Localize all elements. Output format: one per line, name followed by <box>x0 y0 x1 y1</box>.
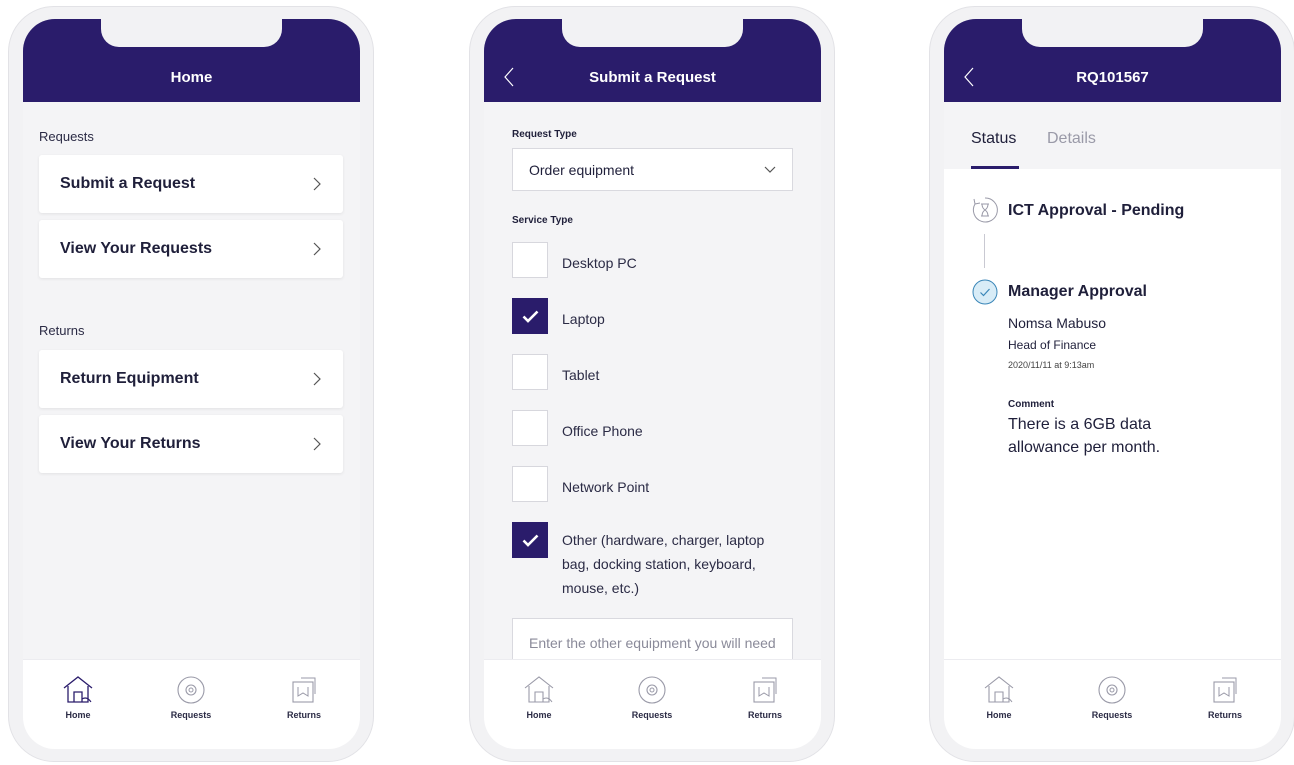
view-requests-label: View Your Requests <box>60 240 213 257</box>
hourglass-icon <box>972 197 998 223</box>
checkbox[interactable] <box>512 410 548 446</box>
return-equipment-label: Return Equipment <box>60 370 199 387</box>
checkbox-checked[interactable] <box>512 298 548 334</box>
tab-returns-label: Returns <box>747 710 782 720</box>
tab-requests[interactable]: Requests <box>617 674 687 720</box>
request-type-value: Order equipment <box>529 162 635 178</box>
request-type-select[interactable]: Order equipment <box>512 148 793 191</box>
bottom-tab-bar: Home Requests Returns <box>484 659 821 749</box>
chevron-down-icon <box>764 166 776 173</box>
tab-home[interactable]: Home <box>964 674 1034 720</box>
gear-refresh-icon <box>638 676 666 704</box>
comment-text: There is a 6GB data allowance per month. <box>1008 416 1161 456</box>
tab-requests-label: Requests <box>631 710 673 720</box>
house-icon <box>524 676 554 703</box>
submit-screen: Submit a Request Request Type Order equi… <box>484 19 821 749</box>
tab-requests[interactable]: Requests <box>1077 674 1147 720</box>
request-type-label: Request Type <box>512 129 577 140</box>
tab-home-label: Home <box>986 710 1012 720</box>
option-label: Tablet <box>562 367 600 383</box>
requests-section-label: Requests <box>39 129 94 144</box>
option-label: Other (hardware, charger, laptop bag, do… <box>562 532 765 596</box>
submit-request-button[interactable]: Submit a Request <box>39 155 343 213</box>
tab-requests-label: Requests <box>1091 710 1133 720</box>
return-box-icon <box>292 677 316 703</box>
bottom-tab-bar: Home Requests Returns <box>23 659 360 749</box>
page-title: RQ101567 <box>1076 69 1149 86</box>
phone-home: Home Requests Submit a Request View Your… <box>8 6 374 762</box>
return-equipment-button[interactable]: Return Equipment <box>39 350 343 408</box>
other-equipment-placeholder: Enter the other equipment you will need <box>529 635 776 651</box>
checkmark-icon <box>522 310 539 323</box>
tab-returns[interactable]: Returns <box>269 674 339 720</box>
submit-request-label: Submit a Request <box>60 175 196 192</box>
chevron-right-icon <box>313 177 321 191</box>
approver-name: Nomsa Mabuso <box>1008 315 1107 331</box>
phone-notch <box>101 19 282 47</box>
tab-requests-label: Requests <box>170 710 212 720</box>
step-manager-approval-title: Manager Approval <box>1008 283 1147 300</box>
tab-home[interactable]: Home <box>43 674 113 720</box>
tab-home-label: Home <box>65 710 91 720</box>
return-box-icon <box>1213 677 1237 703</box>
gear-refresh-icon <box>177 676 205 704</box>
page-title: Submit a Request <box>589 69 716 86</box>
return-box-icon <box>753 677 777 703</box>
tab-status[interactable]: Status <box>971 130 1016 148</box>
phone-notch <box>1022 19 1203 47</box>
approver-role: Head of Finance <box>1008 338 1097 352</box>
option-label: Desktop PC <box>562 255 637 271</box>
tab-home-label: Home <box>526 710 552 720</box>
view-returns-button[interactable]: View Your Returns <box>39 415 343 473</box>
option-label: Network Point <box>562 479 650 495</box>
phone-submit-request: Submit a Request Request Type Order equi… <box>469 6 835 762</box>
checkmark-icon <box>522 534 539 547</box>
option-label: Laptop <box>562 311 605 327</box>
house-icon <box>63 676 93 703</box>
view-returns-label: View Your Returns <box>60 435 201 452</box>
chevron-right-icon <box>313 242 321 256</box>
returns-section-label: Returns <box>39 323 85 338</box>
checkbox[interactable] <box>512 354 548 390</box>
check-circle-icon <box>972 279 998 305</box>
tab-returns-label: Returns <box>286 710 321 720</box>
phone-notch <box>562 19 743 47</box>
step-ict-approval-title: ICT Approval - Pending <box>1008 202 1185 219</box>
gear-refresh-icon <box>1098 676 1126 704</box>
tab-returns-label: Returns <box>1207 710 1242 720</box>
page-title: Home <box>170 69 213 86</box>
chevron-right-icon <box>313 437 321 451</box>
home-screen: Home Requests Submit a Request View Your… <box>23 19 360 749</box>
house-icon <box>984 676 1014 703</box>
option-label: Office Phone <box>562 423 643 439</box>
timeline-connector <box>984 234 985 268</box>
chevron-right-icon <box>313 372 321 386</box>
view-requests-button[interactable]: View Your Requests <box>39 220 343 278</box>
tab-details[interactable]: Details <box>1047 130 1096 148</box>
tab-returns[interactable]: Returns <box>1190 674 1260 720</box>
status-screen: RQ101567 Status Details ICT Approval - P… <box>944 19 1281 749</box>
tab-returns[interactable]: Returns <box>730 674 800 720</box>
service-type-label: Service Type <box>512 215 573 226</box>
checkbox[interactable] <box>512 242 548 278</box>
checkbox-checked[interactable] <box>512 522 548 558</box>
bottom-tab-bar: Home Requests Returns <box>944 659 1281 749</box>
tab-home[interactable]: Home <box>504 674 574 720</box>
tab-requests[interactable]: Requests <box>156 674 226 720</box>
status-tabs: Status Details <box>944 102 1281 169</box>
phone-request-status: RQ101567 Status Details ICT Approval - P… <box>929 6 1294 762</box>
approved-timestamp: 2020/11/11 at 9:13am <box>1008 360 1095 370</box>
comment-label: Comment <box>1008 399 1055 410</box>
checkbox[interactable] <box>512 466 548 502</box>
